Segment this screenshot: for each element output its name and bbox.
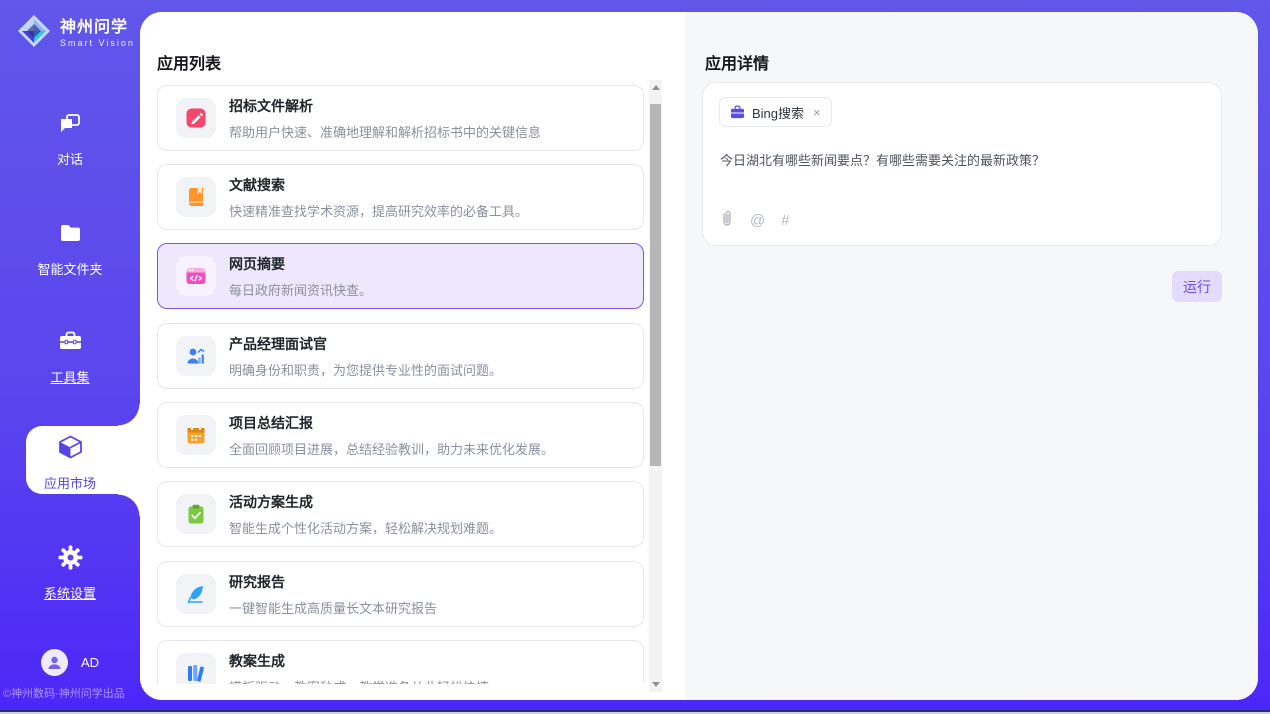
quill-icon [176, 574, 216, 614]
prompt-text[interactable]: 今日湖北有哪些新闻要点？有哪些需要关注的最新政策？ [720, 151, 1205, 171]
app-card-project-summary[interactable]: 项目总结汇报 全面回顾项目进展，总结经验教训，助力未来优化发展。 [157, 402, 644, 468]
app-card-desc: 每日政府新闻资讯快查。 [229, 280, 372, 299]
composer-toolbar: @ # [720, 209, 790, 232]
scroll-up-arrow-icon[interactable] [652, 85, 660, 90]
sidebar-item-label: 工具集 [0, 367, 140, 386]
gear-icon [57, 558, 84, 575]
hash-icon[interactable]: # [781, 212, 789, 229]
main-content: 应用列表 招标文件解析 帮助用户快速、准确地理解和解析招标书中的关键信息 [140, 12, 1258, 700]
sidebar-item-smart-folder[interactable]: 智能文件夹 [0, 220, 140, 278]
sidebar: 神州问学 Smart Vision 对话 智能文件夹 [0, 0, 140, 714]
chat-icon [57, 124, 84, 141]
run-button[interactable]: 运行 [1172, 271, 1222, 302]
toolbox-icon [57, 342, 84, 359]
sidebar-item-label: 系统设置 [0, 583, 140, 602]
avatar [41, 649, 68, 676]
sidebar-item-label: 应用市场 [0, 473, 140, 492]
app-card-desc: 一键智能生成高质量长文本研究报告 [229, 598, 437, 617]
app-card-desc: 明确身份和职责，为您提供专业性的面试问题。 [229, 360, 502, 379]
sidebar-item-chat[interactable]: 对话 [0, 110, 140, 168]
app-card-literature-search[interactable]: 文献搜索 快速精准查找学术资源，提高研究效率的必备工具。 [157, 164, 644, 230]
briefcase-icon [730, 105, 745, 119]
app-card-pm-interviewer[interactable]: 产品经理面试官 明确身份和职责，为您提供专业性的面试问题。 [157, 323, 644, 389]
app-detail-panel: 应用详情 Bing搜索 × 今日湖北有哪些新闻要点？有哪些需要关注的最新政策？ [685, 12, 1258, 700]
app-card-web-summary[interactable]: 网页摘要 每日政府新闻资讯快查。 [157, 243, 644, 309]
tool-chip-label: Bing搜索 [752, 103, 804, 122]
brand-subtitle: Smart Vision [60, 38, 135, 48]
sidebar-item-label: 智能文件夹 [0, 259, 140, 278]
app-card-title: 项目总结汇报 [229, 413, 554, 433]
app-card-list: 招标文件解析 帮助用户快速、准确地理解和解析招标书中的关键信息 文献搜索 快速精… [157, 85, 644, 684]
app-card-bid-parse[interactable]: 招标文件解析 帮助用户快速、准确地理解和解析招标书中的关键信息 [157, 85, 644, 151]
sidebar-item-label: 对话 [0, 149, 140, 168]
app-card-desc: 快速精准查找学术资源，提高研究效率的必备工具。 [229, 201, 528, 220]
copyright-text: ©神州数码·神州问学出品 [3, 685, 139, 701]
app-card-desc: 模板驱动，教案秒成，教学准备从此轻松快捷 [229, 677, 489, 685]
app-card-desc: 智能生成个性化活动方案，轻松解决规划难题。 [229, 518, 502, 537]
app-card-title: 文献搜索 [229, 175, 528, 195]
app-card-title: 招标文件解析 [229, 96, 541, 116]
tool-chip-bing-search[interactable]: Bing搜索 × [719, 97, 832, 127]
app-card-desc: 全面回顾项目进展，总结经验教训，助力未来优化发展。 [229, 439, 554, 458]
browser-code-icon [176, 256, 216, 296]
brand-name: 神州问学 [60, 19, 135, 37]
app-list-title: 应用列表 [157, 50, 221, 74]
scroll-down-arrow-icon[interactable] [652, 682, 660, 687]
paperclip-icon[interactable] [720, 209, 734, 232]
app-card-lesson-plan[interactable]: 教案生成 模板驱动，教案秒成，教学准备从此轻松快捷 [157, 640, 644, 684]
at-icon[interactable]: @ [750, 212, 765, 229]
person-chart-icon [176, 336, 216, 376]
app-card-research-report[interactable]: 研究报告 一键智能生成高质量长文本研究报告 [157, 561, 644, 627]
diamond-logo-icon [16, 13, 52, 54]
scrollbar-thumb[interactable] [650, 104, 661, 466]
folder-icon [57, 234, 84, 251]
sidebar-item-settings[interactable]: 系统设置 [0, 544, 140, 602]
chip-close-icon[interactable]: × [813, 105, 821, 120]
app-card-title: 产品经理面试官 [229, 334, 502, 354]
scrollbar[interactable] [649, 80, 662, 692]
books-icon [176, 653, 216, 684]
brand-logo: 神州问学 Smart Vision [16, 13, 135, 54]
sidebar-item-app-market[interactable]: 应用市场 [0, 434, 140, 492]
clipboard-check-icon [176, 494, 216, 534]
app-detail-title: 应用详情 [705, 50, 769, 74]
prompt-input-card[interactable]: Bing搜索 × 今日湖北有哪些新闻要点？有哪些需要关注的最新政策？ @ # [702, 82, 1222, 246]
calendar-icon [176, 415, 216, 455]
user-initials: AD [81, 655, 99, 670]
book-icon [176, 177, 216, 217]
person-icon [46, 654, 63, 671]
app-card-title: 教案生成 [229, 651, 489, 671]
user-account[interactable]: AD [0, 649, 140, 676]
app-card-title: 研究报告 [229, 572, 437, 592]
app-card-title: 网页摘要 [229, 254, 372, 274]
app-card-event-plan[interactable]: 活动方案生成 智能生成个性化活动方案，轻松解决规划难题。 [157, 481, 644, 547]
cube-icon [57, 448, 84, 465]
app-card-title: 活动方案生成 [229, 492, 502, 512]
pen-square-icon [176, 98, 216, 138]
app-card-desc: 帮助用户快速、准确地理解和解析招标书中的关键信息 [229, 122, 541, 141]
app-list-panel: 应用列表 招标文件解析 帮助用户快速、准确地理解和解析招标书中的关键信息 [140, 12, 685, 700]
sidebar-item-toolset[interactable]: 工具集 [0, 328, 140, 386]
